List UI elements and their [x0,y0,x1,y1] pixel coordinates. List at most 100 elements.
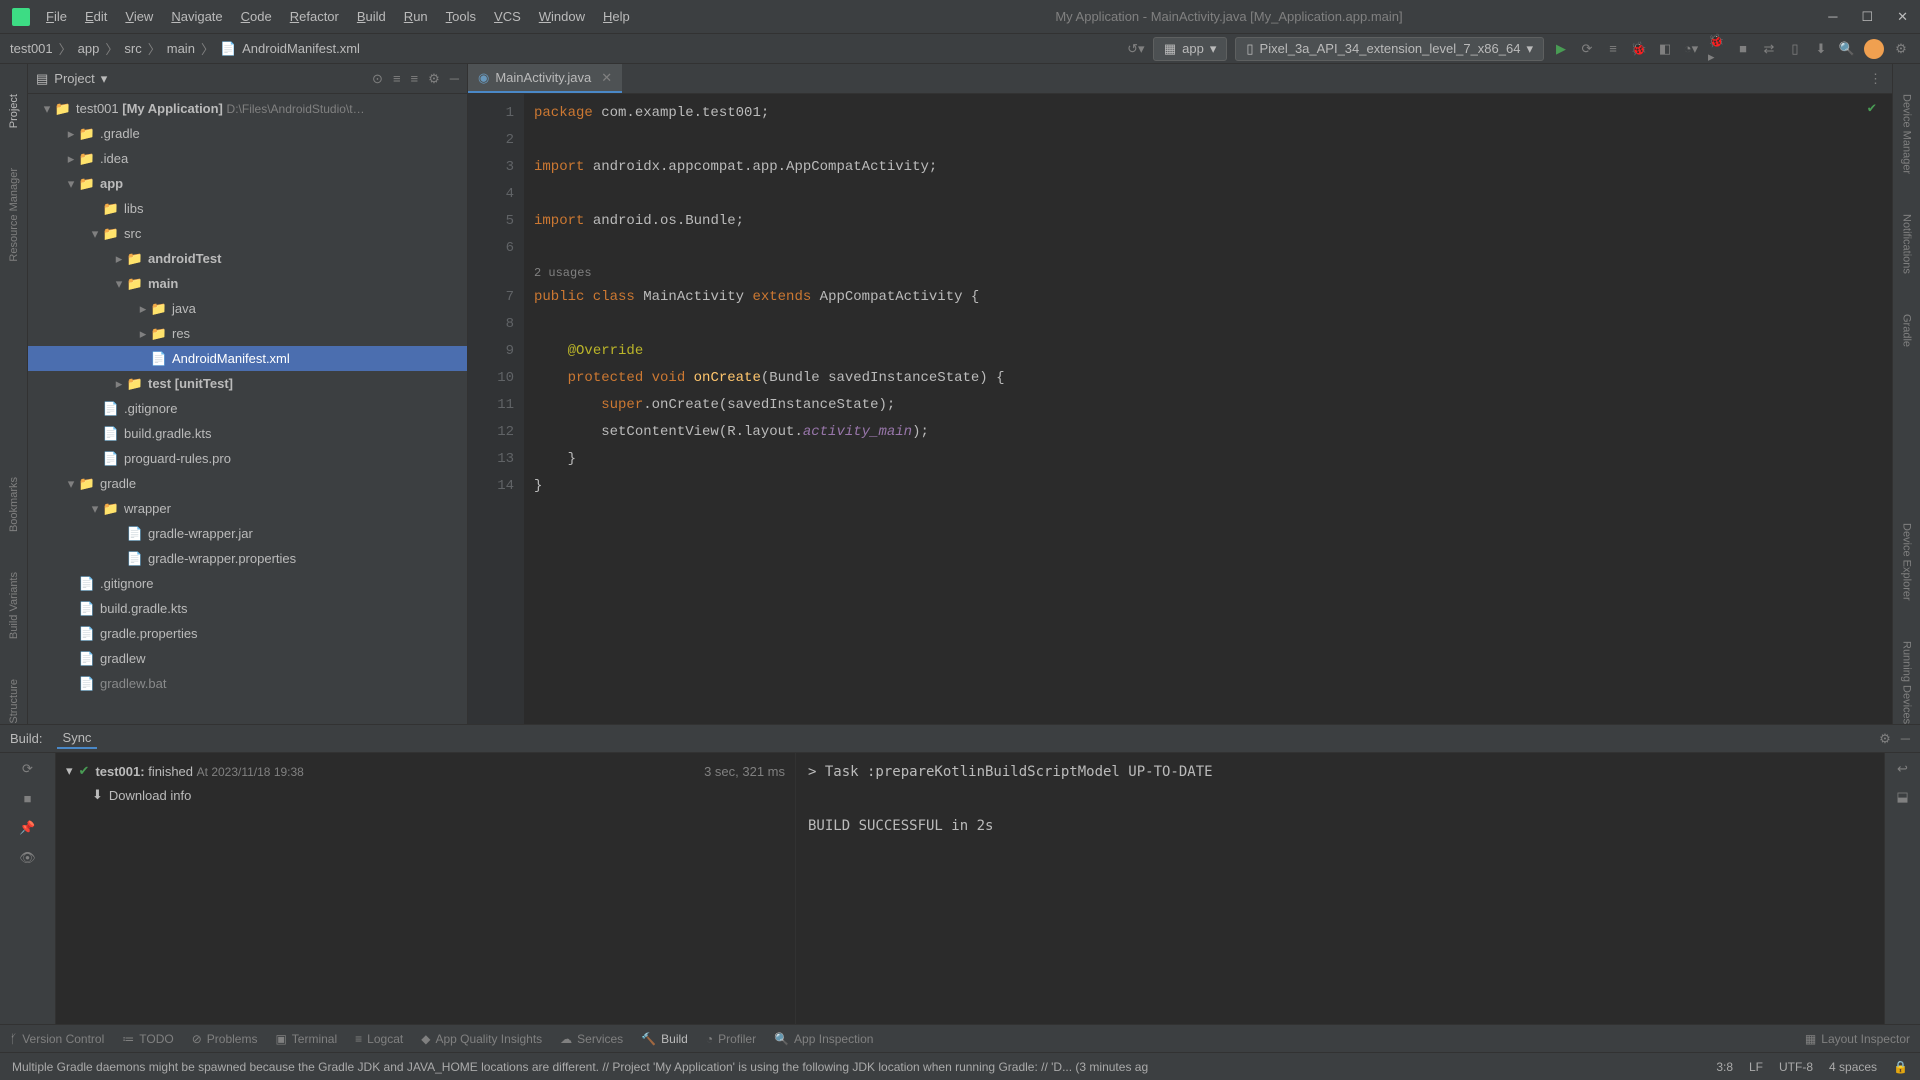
tree-arrow-icon[interactable]: ▾ [64,176,78,192]
build-download-row[interactable]: ⬇ Download info [66,783,785,807]
stop-icon[interactable]: ■ [1734,40,1752,58]
soft-wrap-icon[interactable]: ↩ [1897,761,1908,777]
device-selector[interactable]: ▯ Pixel_3a_API_34_extension_level_7_x86_… [1235,37,1544,61]
tree-item-build-gradle-kts[interactable]: 📄build.gradle.kts [28,421,467,446]
tool-strip-gradle[interactable]: Gradle [1901,314,1913,347]
minimize-icon[interactable]: ─ [1828,9,1837,25]
gutter-line[interactable]: 1 [474,100,514,127]
sync-gradle-icon[interactable]: ⇄ [1760,40,1778,58]
usages-hint[interactable]: 2 usages [534,262,1882,284]
close-icon[interactable]: ✕ [1897,9,1908,25]
tree-item-java[interactable]: ▸📁java [28,296,467,321]
tree-arrow-icon[interactable]: ▸ [136,301,150,317]
tool-window-app-quality-insights[interactable]: ◆App Quality Insights [421,1032,542,1046]
tree-arrow-icon[interactable]: ▸ [112,251,126,267]
tree-item--gradle[interactable]: ▸📁.gradle [28,121,467,146]
tree-arrow-icon[interactable]: ▾ [40,101,54,117]
expand-all-icon[interactable]: ≡ [393,71,401,87]
tool-window-terminal[interactable]: ▣Terminal [275,1032,337,1046]
build-task-row[interactable]: ▾ ✔ test001: finished At 2023/11/18 19:3… [66,759,785,783]
tree-item-main[interactable]: ▾📁main [28,271,467,296]
tree-item-gradle[interactable]: ▾📁gradle [28,471,467,496]
tree-arrow-icon[interactable]: ▾ [88,501,102,517]
editor-code[interactable]: package com.example.test001; import andro… [524,94,1892,724]
tree-arrow-icon[interactable]: ▾ [88,226,102,242]
code-line[interactable] [534,311,1882,338]
collapse-all-icon[interactable]: ≡ [411,71,419,87]
tree-item-androidmanifest-xml[interactable]: 📄AndroidManifest.xml [28,346,467,371]
menu-navigate[interactable]: Navigate [171,9,222,24]
project-tree[interactable]: ▾📁test001 [My Application] D:\Files\Andr… [28,94,467,724]
tool-strip-build-variants[interactable]: Build Variants [8,572,20,639]
user-avatar-icon[interactable] [1864,39,1884,59]
apply-code-icon[interactable]: ≡ [1604,40,1622,58]
build-output[interactable]: > Task :prepareKotlinBuildScriptModel UP… [796,753,1884,1024]
menu-run[interactable]: Run [404,9,428,24]
tree-item-test[interactable]: ▸📁test [unitTest] [28,371,467,396]
tree-item-androidtest[interactable]: ▸📁androidTest [28,246,467,271]
code-line[interactable]: import android.os.Bundle; [534,208,1882,235]
gutter-line[interactable]: 3 [474,154,514,181]
tool-strip-project[interactable]: Project [8,94,20,128]
gear-icon[interactable]: ⚙ [428,71,440,87]
menu-view[interactable]: View [125,9,153,24]
close-tab-icon[interactable]: ✕ [601,70,612,86]
code-line[interactable]: package com.example.test001; [534,100,1882,127]
line-separator[interactable]: LF [1749,1060,1763,1074]
apply-changes-icon[interactable]: ⟳ [1578,40,1596,58]
tree-item-gradlew[interactable]: 📄gradlew [28,646,467,671]
filter-icon[interactable]: 👁 [19,850,36,866]
tool-window-profiler[interactable]: ◔Profiler [706,1032,756,1046]
breadcrumb-item[interactable]: src [124,41,141,56]
tool-strip-running-devices[interactable]: Running Devices [1901,641,1913,724]
gutter-line[interactable]: 12 [474,419,514,446]
editor-body[interactable]: ✔ 1234567891011121314 package com.exampl… [468,94,1892,724]
tree-item-gradle-properties[interactable]: 📄gradle.properties [28,621,467,646]
gutter-line[interactable]: 5 [474,208,514,235]
gutter-line[interactable]: 9 [474,338,514,365]
breadcrumb-item[interactable]: test001 [10,41,53,56]
readonly-icon[interactable]: 🔒 [1893,1060,1908,1074]
attach-debugger-icon[interactable]: 🐞▸ [1708,40,1726,58]
gutter-line[interactable]: 2 [474,127,514,154]
tree-item-src[interactable]: ▾📁src [28,221,467,246]
menu-tools[interactable]: Tools [446,9,476,24]
tool-strip-structure[interactable]: Structure [8,679,20,724]
gutter-line[interactable]: 11 [474,392,514,419]
tool-strip-device-manager[interactable]: Device Manager [1901,94,1913,174]
sync-tab[interactable]: Sync [57,728,98,749]
tree-item-wrapper[interactable]: ▾📁wrapper [28,496,467,521]
tool-window-build[interactable]: 🔨Build [641,1032,688,1046]
tree-arrow-icon[interactable]: ▸ [64,151,78,167]
tool-strip-resource-manager[interactable]: Resource Manager [8,168,20,262]
pin-icon[interactable]: 📌 [19,820,35,836]
tool-window-app-inspection[interactable]: 🔍App Inspection [774,1032,873,1046]
caret-position[interactable]: 3:8 [1716,1060,1733,1074]
tool-window-todo[interactable]: ≔TODO [122,1032,173,1046]
tree-item--gitignore[interactable]: 📄.gitignore [28,396,467,421]
menu-vcs[interactable]: VCS [494,9,521,24]
tool-window-logcat[interactable]: ≡Logcat [355,1032,403,1046]
tree-arrow-icon[interactable]: ▾ [64,476,78,492]
project-view-selector[interactable]: ▤ Project ▾ [36,71,107,87]
tool-window-layout-inspector[interactable]: ▦Layout Inspector [1805,1032,1910,1046]
settings-icon[interactable]: ⚙ [1892,40,1910,58]
indent-config[interactable]: 4 spaces [1829,1060,1877,1074]
profile-icon[interactable]: ◔▾ [1682,40,1700,58]
avd-manager-icon[interactable]: ▯ [1786,40,1804,58]
tree-item-app[interactable]: ▾📁app [28,171,467,196]
hide-icon[interactable]: ─ [450,71,459,87]
gutter-line[interactable]: 8 [474,311,514,338]
build-tasks-tree[interactable]: ▾ ✔ test001: finished At 2023/11/18 19:3… [56,753,796,1024]
code-line[interactable]: setContentView(R.layout.activity_main); [534,419,1882,446]
tree-item-gradle-wrapper-jar[interactable]: 📄gradle-wrapper.jar [28,521,467,546]
tree-item-build-gradle-kts[interactable]: 📄build.gradle.kts [28,596,467,621]
tree-item--idea[interactable]: ▸📁.idea [28,146,467,171]
tree-item-libs[interactable]: 📁libs [28,196,467,221]
code-line[interactable]: } [534,446,1882,473]
coverage-icon[interactable]: ◧ [1656,40,1674,58]
menu-code[interactable]: Code [241,9,272,24]
editor-tab-main-activity[interactable]: ◉ MainActivity.java ✕ [468,64,622,93]
code-line[interactable]: protected void onCreate(Bundle savedInst… [534,365,1882,392]
gutter-line[interactable]: 4 [474,181,514,208]
